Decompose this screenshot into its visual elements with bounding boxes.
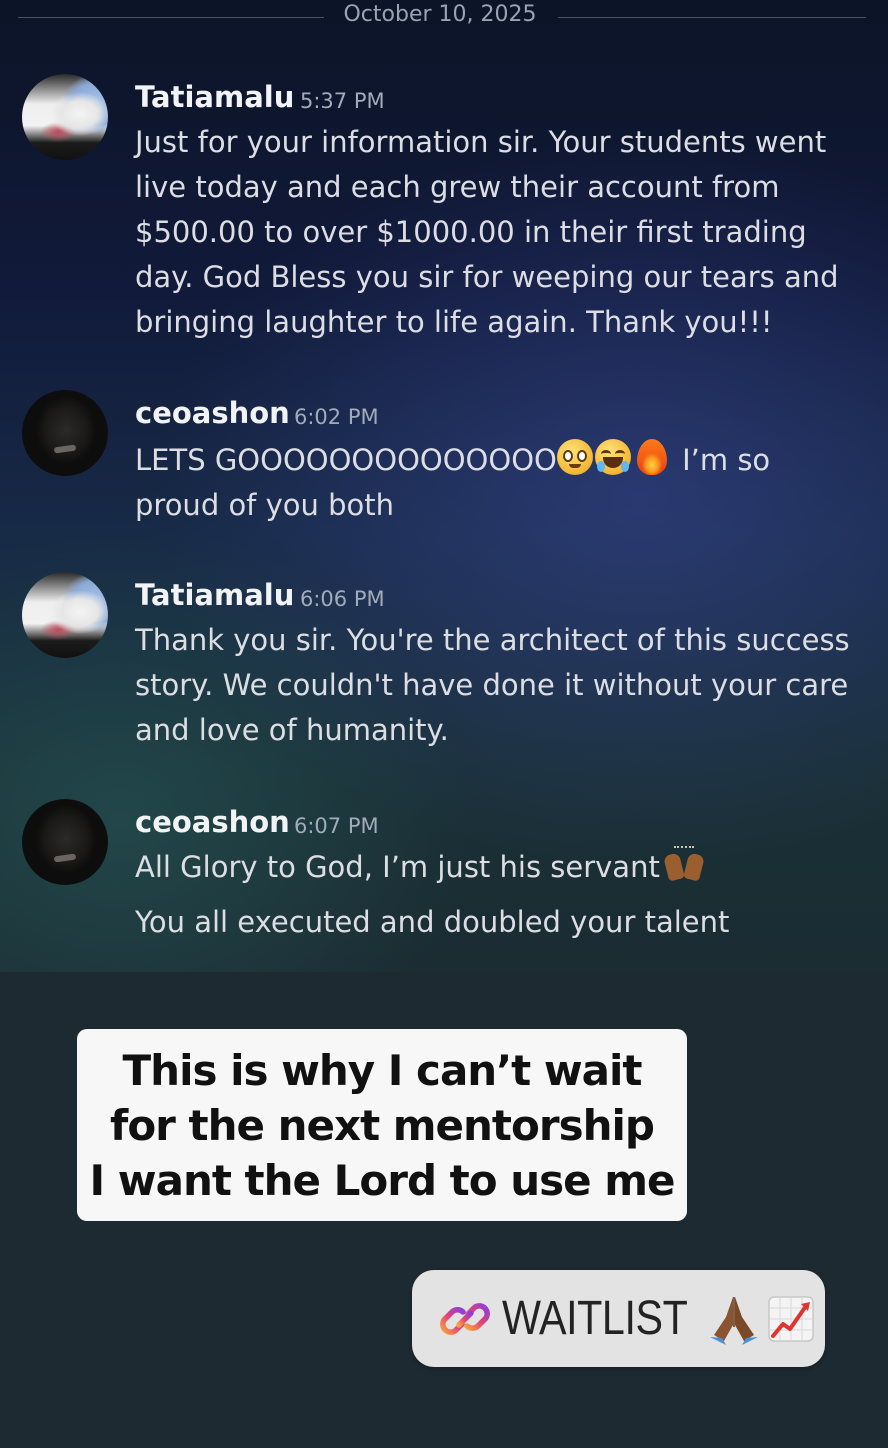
message-body: LETS GOOOOOOOOOOOOOO I’m so proud of you… [135, 438, 865, 528]
divider-line-left [18, 17, 324, 18]
message-line: proud of you both [135, 488, 395, 522]
message-line: Thank you sir. You're the architect of t… [135, 623, 850, 657]
folded-hands-icon [709, 1296, 758, 1345]
divider-line-right [558, 17, 866, 18]
message-author[interactable]: ceoashon [135, 805, 290, 839]
message-text: All Glory to God, I’m just his servant [135, 850, 660, 884]
avatar[interactable] [22, 74, 108, 160]
message-timestamp: 6:06 PM [300, 587, 385, 611]
avatar[interactable] [22, 799, 108, 885]
message-timestamp: 6:07 PM [294, 814, 379, 838]
chat-message: ceoashon 6:02 PM LETS GOOOOOOOOOOOOOO I’… [0, 390, 888, 540]
chart-increasing-icon [767, 1295, 814, 1342]
story-page: October 10, 2025 Tatiamalu 5:37 PM Just … [0, 0, 888, 1448]
waitlist-link-sticker[interactable]: WAITLIST [412, 1270, 825, 1367]
message-line: $500.00 to over $1000.00 in their first … [135, 215, 807, 249]
message-line: All Glory to God, I’m just his servant [135, 845, 865, 890]
avatar[interactable] [22, 390, 108, 476]
tears-of-joy-icon [594, 439, 631, 475]
message-body: Thank you sir. You're the architect of t… [135, 618, 865, 753]
message-line: Just for your information sir. Your stud… [135, 125, 827, 159]
raising-hands-icon [662, 846, 706, 882]
message-text: LETS GOOOOOOOOOOOOOO [135, 443, 557, 477]
link-icon [440, 1302, 490, 1335]
message-line: LETS GOOOOOOOOOOOOOO I’m so [135, 438, 865, 483]
chat-message: Tatiamalu 6:06 PM Thank you sir. You're … [0, 572, 888, 772]
message-line: You all executed and doubled your talent [135, 905, 730, 939]
avatar[interactable] [22, 572, 108, 658]
message-timestamp: 6:02 PM [294, 405, 379, 429]
message-author[interactable]: ceoashon [135, 396, 290, 430]
caption-banner: This is why I can’t wait for the next me… [77, 1029, 687, 1221]
chat-message: ceoashon 6:07 PM All Glory to God, I’m j… [0, 799, 888, 959]
caption-line: This is why I can’t wait [122, 1046, 643, 1095]
message-text: I’m so [682, 443, 771, 477]
message-body: Just for your information sir. Your stud… [135, 120, 865, 345]
message-author[interactable]: Tatiamalu [135, 80, 294, 114]
pleading-face-icon [556, 439, 593, 475]
message-line: and love of humanity. [135, 713, 449, 747]
message-line: story. We couldn't have done it without … [135, 668, 849, 702]
waitlist-label: WAITLIST [502, 1292, 688, 1345]
caption-line: I want the Lord to use me [89, 1156, 676, 1205]
date-divider: October 10, 2025 [0, 0, 888, 36]
chat-message: Tatiamalu 5:37 PM Just for your informat… [0, 74, 888, 364]
message-timestamp: 5:37 PM [300, 89, 385, 113]
chat-screenshot: October 10, 2025 Tatiamalu 5:37 PM Just … [0, 0, 888, 972]
fire-icon [636, 439, 667, 475]
message-line: live today and each grew their account f… [135, 170, 780, 204]
message-author[interactable]: Tatiamalu [135, 578, 294, 612]
message-line: day. God Bless you sir for weeping our t… [135, 260, 839, 294]
date-label: October 10, 2025 [343, 2, 537, 27]
caption-line: for the next mentorship [110, 1101, 655, 1150]
message-line: bringing laughter to life again. Thank y… [135, 305, 773, 339]
message-body: All Glory to God, I’m just his servant Y… [135, 845, 865, 945]
